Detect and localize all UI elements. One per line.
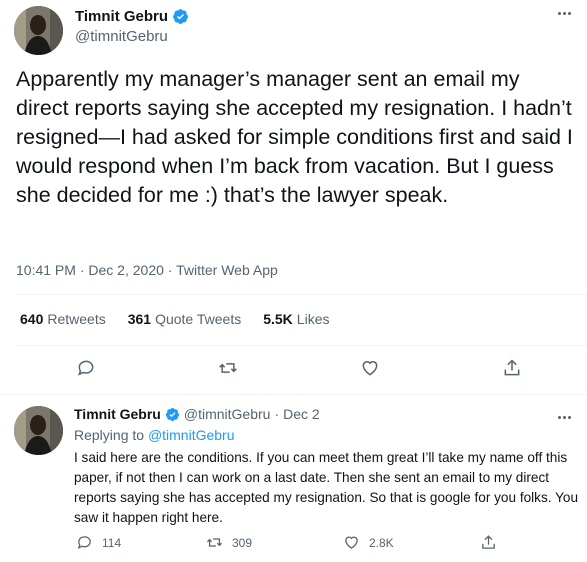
share-button[interactable] [500, 356, 524, 380]
tweet-date[interactable]: Dec 2, 2020 [88, 262, 164, 278]
avatar[interactable] [14, 406, 63, 455]
retweets-count: 640 [20, 311, 44, 327]
more-button[interactable] [553, 408, 575, 426]
author-name[interactable]: Timnit Gebru [74, 406, 161, 422]
retweet-icon [219, 363, 237, 373]
author-handle[interactable]: @timnitGebru [184, 406, 271, 422]
author-handle[interactable]: @timnitGebru [75, 28, 168, 45]
heart-icon [345, 536, 358, 549]
reply-button[interactable]: 114 [76, 534, 121, 551]
heart-icon [362, 361, 378, 376]
reply-count: 114 [102, 535, 122, 550]
likes-label: Likes [296, 311, 330, 327]
verified-badge-icon [165, 407, 180, 422]
tweet-text: I said here are the conditions. If you c… [74, 450, 579, 525]
avatar[interactable] [14, 6, 63, 55]
engagement-stats: 640 Retweets 361 Quote Tweets 5.5K Likes [20, 311, 329, 327]
retweet-button[interactable] [216, 356, 240, 380]
meta-separator: · [274, 406, 280, 422]
quote-tweets-count: 361 [127, 311, 152, 327]
like-count: 2.8K [369, 535, 394, 550]
share-button[interactable] [480, 534, 497, 551]
tweet-time[interactable]: 10:41 PM [16, 262, 76, 278]
share-icon [482, 535, 495, 549]
retweets-label: Retweets [47, 311, 106, 327]
more-button[interactable] [553, 4, 575, 22]
reply-icon [77, 536, 91, 550]
likes-count: 5.5K [263, 311, 293, 327]
tweet-actions: 114 309 2.8K [74, 534, 584, 554]
author-name-row[interactable]: Timnit Gebru [75, 8, 189, 25]
tweet-source[interactable]: Twitter Web App [176, 262, 278, 278]
replying-to-handle[interactable]: @timnitGebru [148, 427, 235, 443]
tweet-date[interactable]: Dec 2 [283, 406, 320, 422]
share-icon [504, 359, 520, 376]
replying-to: Replying to @timnitGebru [74, 427, 235, 443]
quote-tweets-stat[interactable]: 361 Quote Tweets [128, 311, 242, 327]
likes-stat[interactable]: 5.5K Likes [263, 311, 329, 327]
like-button[interactable] [358, 356, 382, 380]
reply-icon [78, 360, 94, 376]
reply-button[interactable] [74, 356, 98, 380]
more-icon [557, 415, 571, 419]
more-icon [557, 11, 571, 15]
divider [16, 294, 587, 295]
verified-badge-icon [172, 8, 189, 25]
tweet-text: Apparently my manager’s manager sent an … [16, 67, 573, 207]
like-button[interactable]: 2.8K [343, 534, 394, 551]
tweet-meta: 10:41 PM · Dec 2, 2020 · Twitter Web App [16, 262, 278, 278]
divider [0, 394, 587, 395]
meta-separator: · [79, 262, 85, 278]
retweet-count: 309 [232, 535, 253, 550]
retweet-icon [206, 538, 223, 547]
author-name[interactable]: Timnit Gebru [75, 8, 168, 25]
meta-separator: · [167, 262, 173, 278]
replying-to-label: Replying to [74, 427, 145, 443]
retweets-stat[interactable]: 640 Retweets [20, 311, 106, 327]
reply-header: Timnit Gebru @timnitGebru · Dec 2 [74, 406, 320, 422]
divider [16, 345, 587, 346]
quote-tweets-label: Quote Tweets [155, 311, 242, 327]
retweet-button[interactable]: 309 [206, 534, 252, 551]
tweet-actions [0, 356, 587, 384]
